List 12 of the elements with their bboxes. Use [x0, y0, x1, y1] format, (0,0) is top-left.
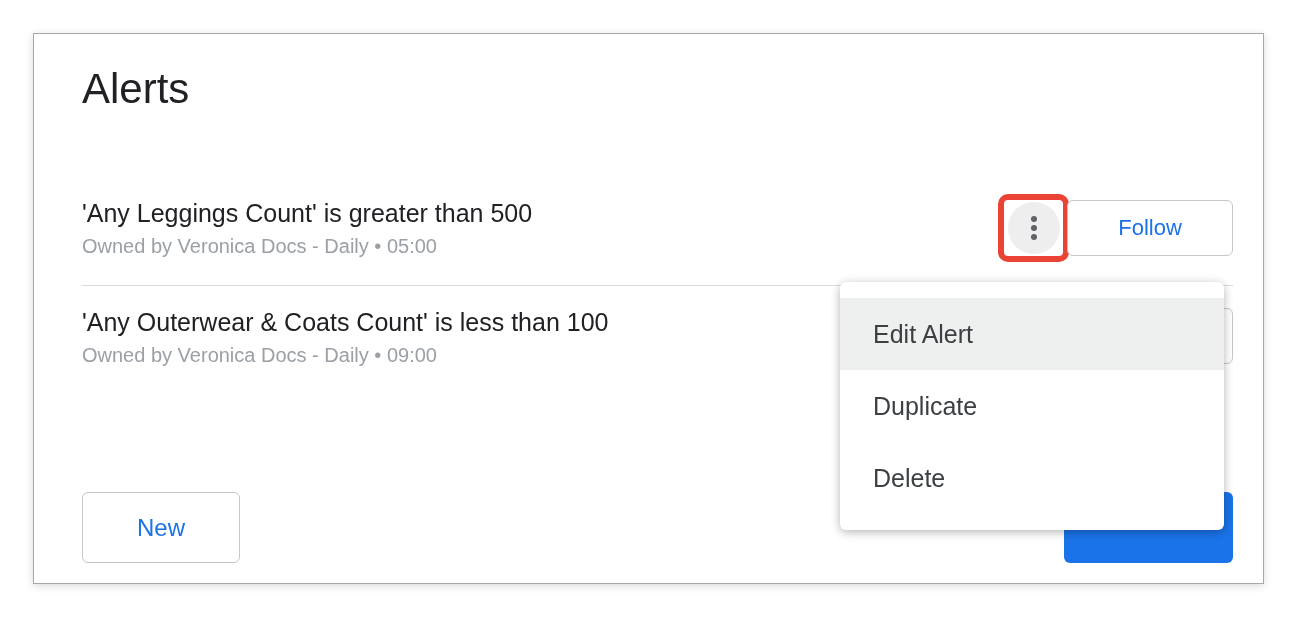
alert-owner: Owned by Veronica Docs - Daily • 09:00	[82, 343, 438, 367]
dialog-title: Alerts	[82, 64, 191, 114]
more-button[interactable]	[1007, 201, 1060, 254]
alert-title: 'Any Outerwear & Coats Count' is less than 100	[82, 306, 609, 338]
more-icon	[1029, 214, 1038, 241]
alert-owner: Owned by Veronica Docs - Daily • 05:00	[82, 235, 438, 258]
menu-item[interactable]: Delete	[840, 442, 1224, 514]
alert-title: 'Any Leggings Count' is greater than 500	[82, 198, 533, 229]
new-button[interactable]: New	[82, 492, 240, 563]
menu-item[interactable]: Duplicate	[840, 370, 1224, 442]
menu-item[interactable]: Edit Alert	[840, 298, 1224, 370]
follow-button[interactable]: Follow	[1067, 199, 1233, 256]
